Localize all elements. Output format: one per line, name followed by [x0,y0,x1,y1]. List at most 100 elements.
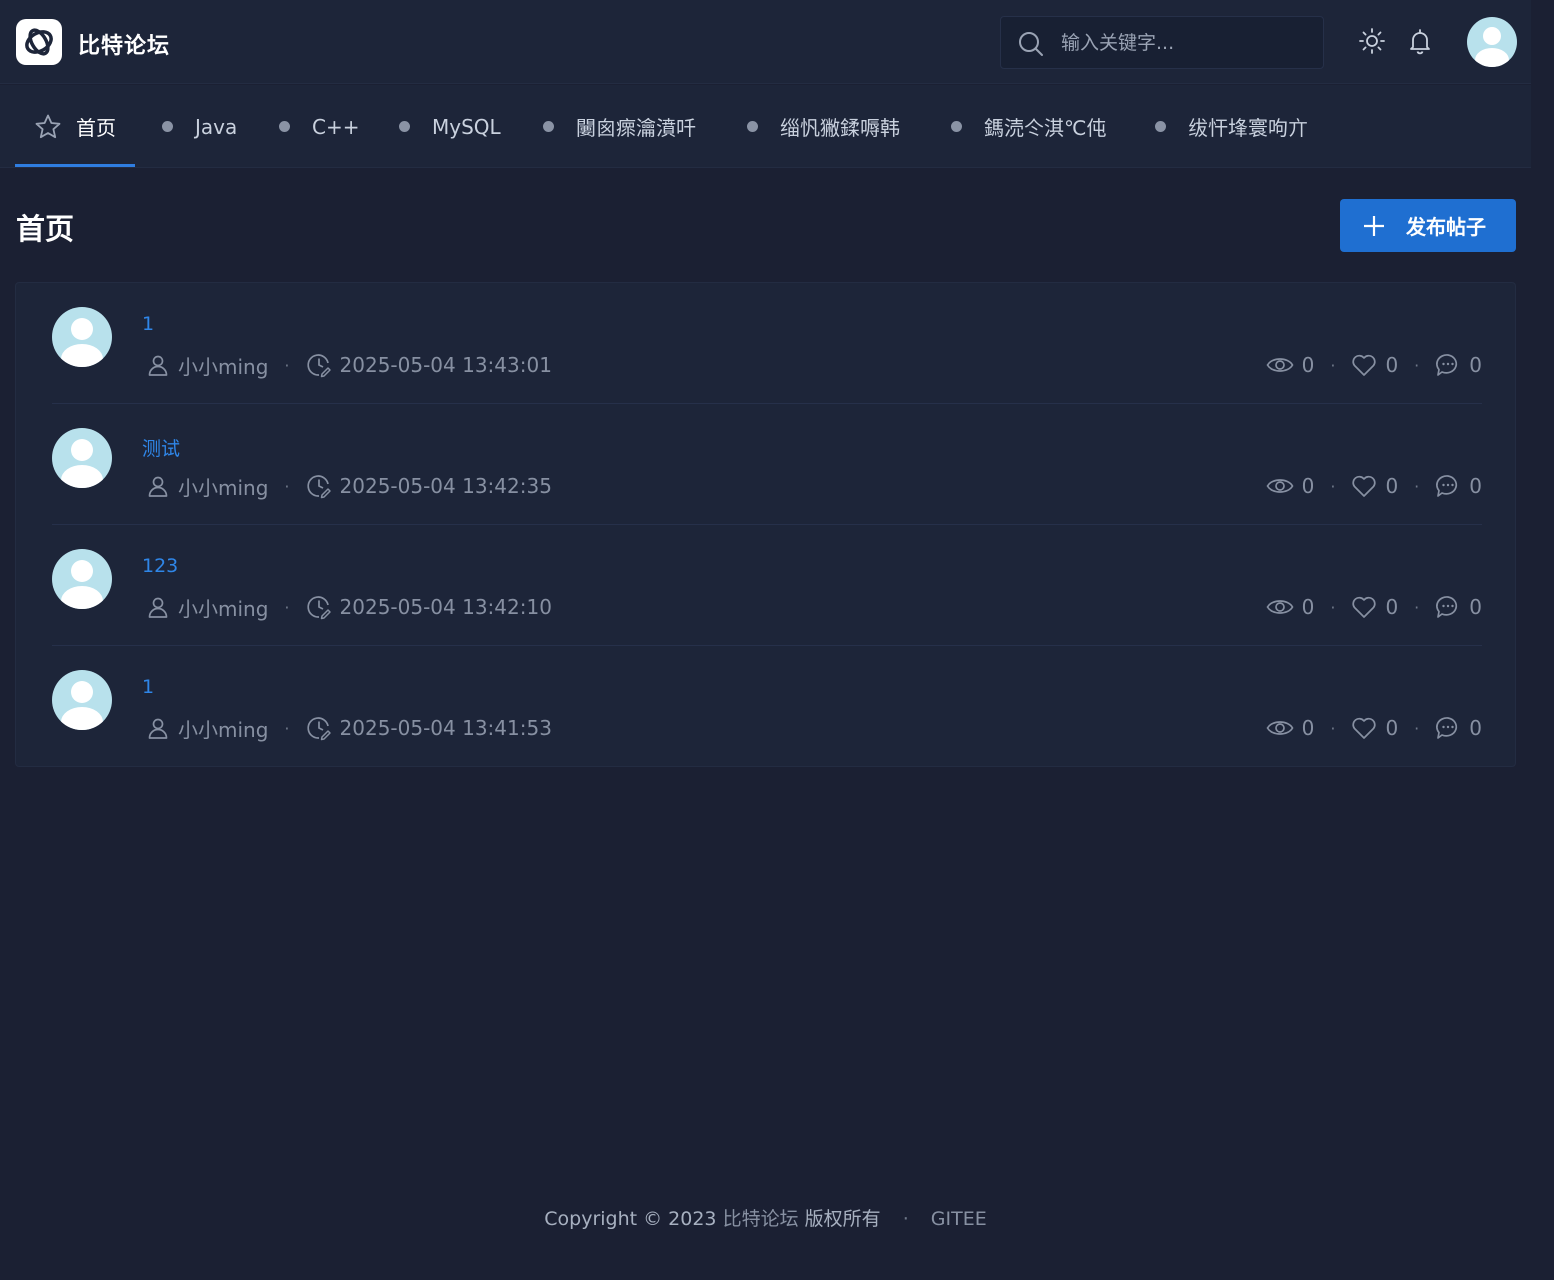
bell-icon[interactable] [1406,27,1434,55]
separator: · [284,355,290,375]
avatar[interactable] [52,549,112,609]
list-item[interactable]: 1 小小ming · 2025-05-04 13:43:01 0 · 0 · 0 [52,283,1482,404]
like-count: 0 [1385,595,1399,619]
search-box[interactable] [1000,16,1324,69]
list-item[interactable]: 123 小小ming · 2025-05-04 13:42:10 0 · 0 · [52,525,1482,646]
heart-icon [1351,353,1377,377]
separator: · [1414,355,1420,375]
post-stats: 0 · 0 · 0 [1266,592,1482,622]
post-list: 1 小小ming · 2025-05-04 13:43:01 0 · 0 · 0… [15,282,1516,767]
search-input[interactable] [1061,29,1311,57]
copyright-text: Copyright © 2023 [544,1208,717,1230]
footer: Copyright © 2023 比特论坛 版权所有 · GITEE [0,1204,1531,1231]
eye-icon [1266,596,1294,618]
reply-count: 0 [1469,595,1482,619]
post-time: 2025-05-04 13:42:10 [339,595,552,619]
post-meta: 小小ming · 2025-05-04 13:41:53 [146,713,552,743]
user-icon [146,716,170,740]
comment-icon [1435,352,1461,378]
nav-item-category-4[interactable]: 闄囪瘝瀹濆吀 [543,85,696,168]
nav-item-label: 闄囪瘝瀹濆吀 [576,116,696,140]
rights-text: 版权所有 [804,1208,881,1230]
heart-icon [1351,474,1377,498]
user-icon [146,474,170,498]
post-stats: 0 · 0 · 0 [1266,350,1482,380]
star-icon [34,113,62,141]
avatar[interactable] [52,670,112,730]
user-icon [146,595,170,619]
category-nav: 首页 Java C++ MySQL 闄囪瘝瀹濆吀 缁忛獙鍒嗕韩 鎷涜仒淇℃伅 绂… [0,85,1531,168]
heart-icon [1351,716,1377,740]
publish-post-button[interactable]: 发布帖子 [1340,199,1516,252]
active-tab-indicator [15,164,135,167]
nav-item-label: 鎷涜仒淇℃伅 [984,116,1107,140]
dot-icon [399,121,410,132]
brand-name[interactable]: 比特论坛 [78,28,170,60]
post-time: 2025-05-04 13:42:35 [339,474,552,498]
nav-item-cpp[interactable]: C++ [279,85,359,168]
reply-count: 0 [1469,716,1482,740]
post-title[interactable]: 1 [142,676,154,698]
eye-icon [1266,354,1294,376]
separator: · [284,597,290,617]
list-item[interactable]: 1 小小ming · 2025-05-04 13:41:53 0 · 0 · 0 [52,646,1482,767]
avatar[interactable] [52,307,112,367]
top-header: 比特论坛 [0,0,1531,84]
separator: · [1330,355,1336,375]
like-count: 0 [1385,716,1399,740]
publish-post-label: 发布帖子 [1406,215,1486,239]
post-title[interactable]: 1 [142,313,154,335]
nav-item-label: 缁忛獙鍒嗕韩 [780,116,900,140]
clock-icon [306,715,332,741]
nav-item-category-6[interactable]: 鎷涜仒淇℃伅 [951,85,1106,168]
like-count: 0 [1385,353,1399,377]
gitee-link[interactable]: GITEE [931,1208,987,1230]
nav-item-mysql[interactable]: MySQL [399,85,501,168]
view-count: 0 [1301,595,1315,619]
list-item[interactable]: 测试 小小ming · 2025-05-04 13:42:35 0 · 0 · [52,404,1482,525]
like-count: 0 [1385,474,1399,498]
separator: · [1414,597,1420,617]
comment-icon [1435,715,1461,741]
eye-icon [1266,717,1294,739]
post-stats: 0 · 0 · 0 [1266,471,1482,501]
nav-item-category-7[interactable]: 绂忓埄寰呴亣 [1155,85,1308,168]
sun-icon[interactable] [1358,27,1386,55]
comment-icon [1435,473,1461,499]
post-author[interactable]: 小小ming [178,472,268,501]
plus-icon [1362,214,1386,238]
avatar[interactable] [52,428,112,488]
separator: · [284,476,290,496]
heart-icon [1351,595,1377,619]
clock-icon [306,594,332,620]
nav-item-home[interactable]: 首页 [34,85,116,168]
post-meta: 小小ming · 2025-05-04 13:43:01 [146,350,552,380]
dot-icon [279,121,290,132]
separator: · [1414,718,1420,738]
nav-item-label: 绂忓埄寰呴亣 [1188,116,1308,140]
user-icon [146,353,170,377]
reply-count: 0 [1469,353,1482,377]
eye-icon [1266,475,1294,497]
nav-item-label: Java [195,114,238,139]
view-count: 0 [1301,353,1315,377]
logo-icon[interactable] [16,19,62,65]
user-avatar[interactable] [1467,17,1517,67]
separator: · [284,718,290,738]
dot-icon [747,121,758,132]
post-title[interactable]: 测试 [142,434,180,461]
comment-icon [1435,594,1461,620]
view-count: 0 [1301,474,1315,498]
post-time: 2025-05-04 13:41:53 [339,716,552,740]
nav-item-category-5[interactable]: 缁忛獙鍒嗕韩 [747,85,900,168]
nav-item-java[interactable]: Java [162,85,237,168]
post-author[interactable]: 小小ming [178,714,268,743]
post-title[interactable]: 123 [142,555,178,577]
clock-icon [306,473,332,499]
nav-item-label: 首页 [76,116,116,140]
post-author[interactable]: 小小ming [178,351,268,380]
post-author[interactable]: 小小ming [178,593,268,622]
post-meta: 小小ming · 2025-05-04 13:42:35 [146,471,552,501]
dot-icon [951,121,962,132]
dot-icon [543,121,554,132]
